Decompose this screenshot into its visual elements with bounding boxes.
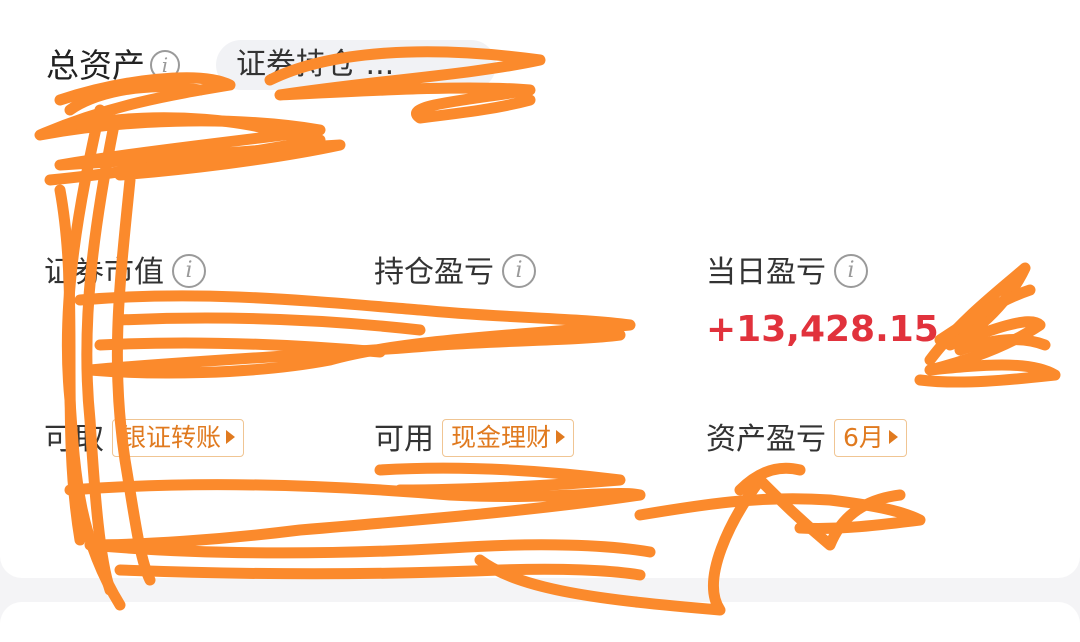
market-value-label: 证券市值 i (44, 253, 206, 293)
position-pnl-label: 持仓盈亏 i (374, 253, 536, 293)
available-label: 可用 现金理财 (374, 418, 575, 460)
next-card (0, 602, 1080, 642)
account-selector-text: 证券持仓 ... (236, 47, 395, 82)
bank-transfer-tag[interactable]: 银证转账 (112, 418, 245, 457)
month-selector-tag[interactable]: 6月 (834, 418, 907, 457)
account-selector-pill[interactable]: 证券持仓 ... (216, 40, 496, 90)
withdrawable-label: 可取 银证转账 (44, 418, 245, 460)
position-pnl-info-icon[interactable]: i (502, 253, 536, 288)
caret-right-icon (226, 429, 236, 444)
caret-right-icon (888, 429, 898, 444)
cash-management-tag[interactable]: 现金理财 (442, 418, 575, 457)
market-value-info-icon[interactable]: i (172, 253, 206, 288)
daily-pnl-value: +13,428.15 (706, 309, 939, 350)
asset-summary-card: 总资产 i 证券持仓 ... 证券市值 i 持仓盈亏 i 当日盈亏 i +13,428… (0, 0, 1080, 578)
asset-pnl-label: 资产盈亏 6月 (706, 418, 907, 460)
total-assets-info-icon[interactable]: i (150, 50, 180, 80)
total-assets-label: 总资产 (46, 46, 145, 85)
caret-right-icon (556, 429, 566, 444)
daily-pnl-label: 当日盈亏 i (706, 253, 868, 293)
daily-pnl-info-icon[interactable]: i (834, 253, 868, 288)
